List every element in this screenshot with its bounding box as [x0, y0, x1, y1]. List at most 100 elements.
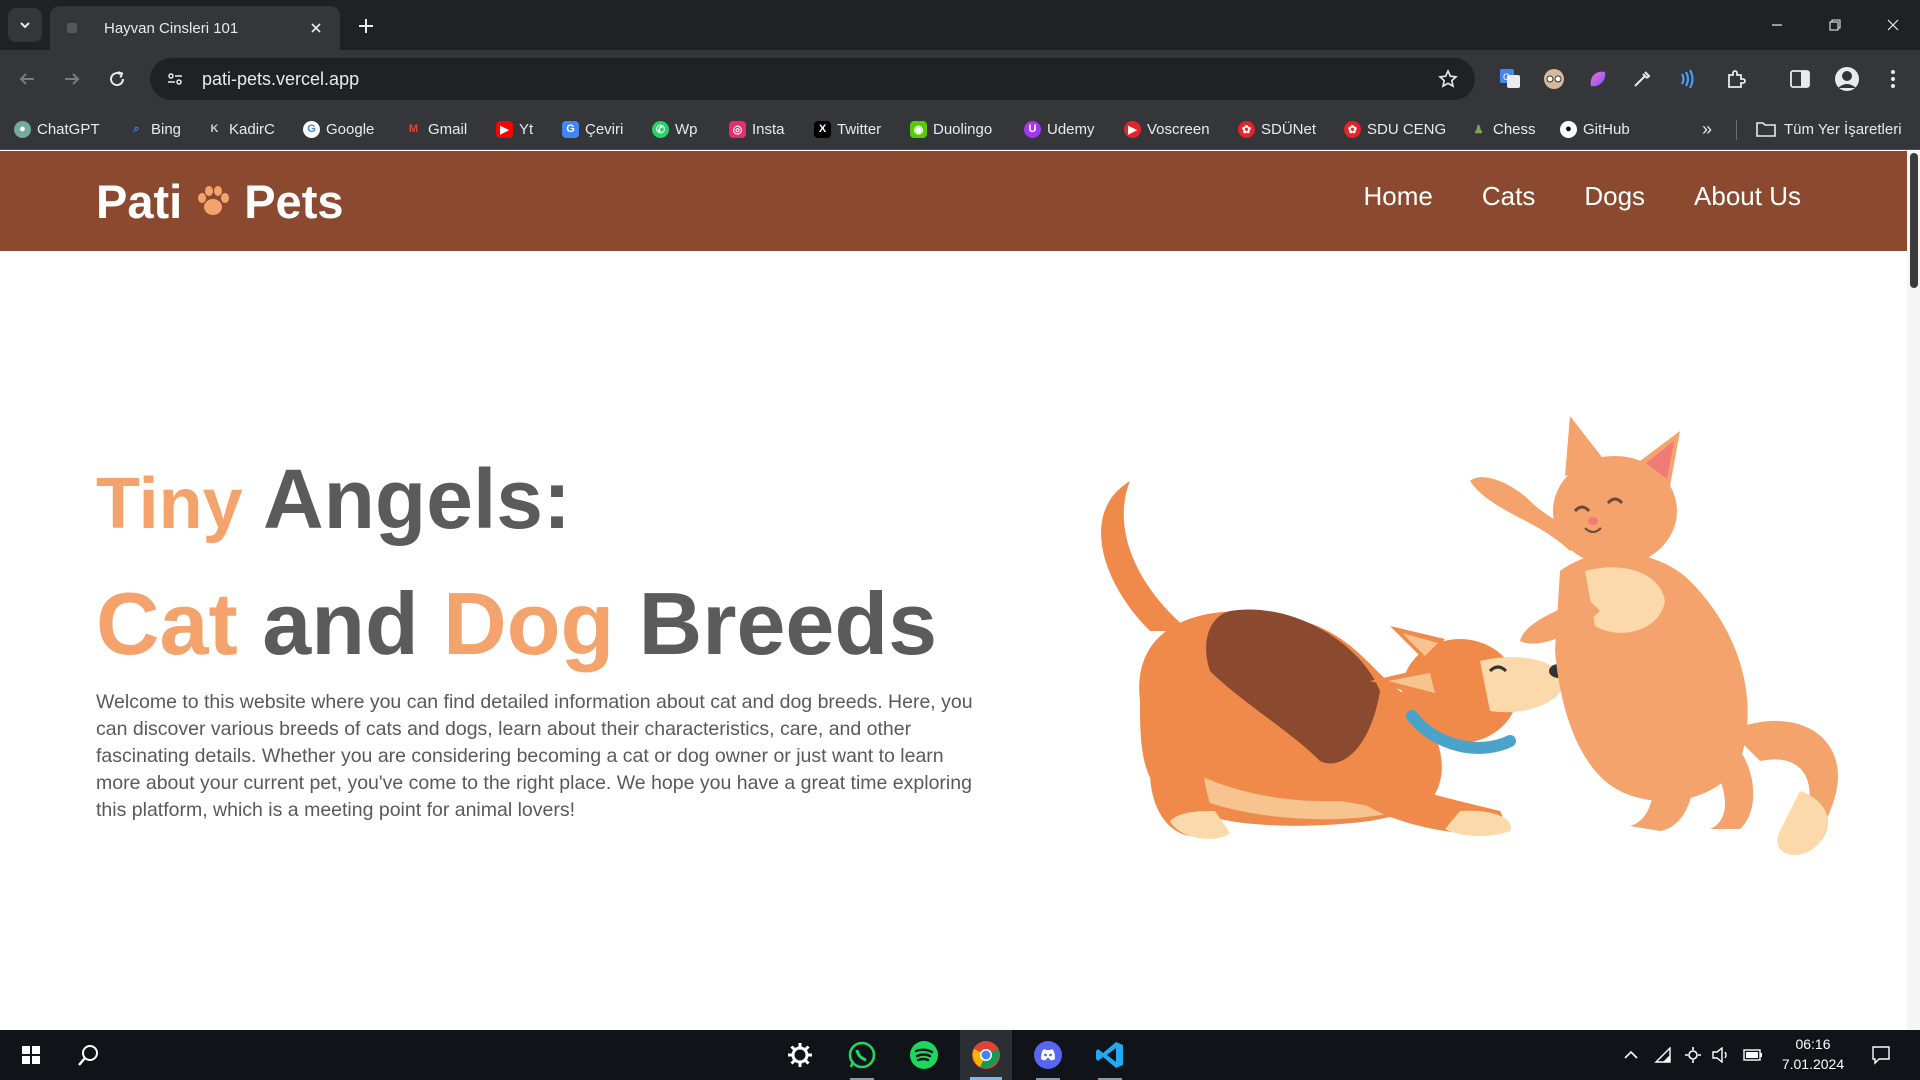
eyedropper-extension-icon[interactable] [1629, 66, 1655, 92]
browser-menu-icon[interactable] [1880, 66, 1906, 92]
bookmark-kadirc[interactable]: K KadirC [206, 116, 275, 142]
bookmark-star-icon[interactable] [1435, 66, 1461, 92]
bookmark-google[interactable]: G Google [303, 116, 374, 142]
browser-tab-active[interactable]: Hayvan Cinsleri 101 [50, 6, 340, 50]
reload-button[interactable] [100, 62, 134, 96]
nav-dogs[interactable]: Dogs [1584, 181, 1645, 212]
windows-taskbar: 06:16 7.01.2024 [0, 1030, 1920, 1080]
read-aloud-extension-icon[interactable] [1673, 66, 1699, 92]
bookmark-gmail[interactable]: M Gmail [405, 116, 467, 142]
google-translate-extension-icon[interactable]: G [1497, 66, 1523, 92]
cat-and-dog-illustration [1101, 416, 1838, 855]
site-logo[interactable]: Pati Pets [96, 173, 343, 229]
github-icon: ● [1560, 120, 1577, 138]
bookmarks-bar: ● ChatGPT ⌕ Bing K KadirC G Google M Gmail ▶ Y… [0, 108, 1920, 150]
sdunet-icon: ✿ [1238, 120, 1255, 138]
web-page: Pati Pets Home Cats Dogs About Us Tiny A… [0, 151, 1907, 1030]
search-icon: ⌕ [133, 122, 140, 135]
bookmark-ceviri[interactable]: G Çeviri [562, 116, 623, 142]
browser-toolbar: pati-pets.vercel.app G [0, 50, 1920, 108]
arrow-left-icon [19, 73, 34, 85]
folder-icon [1756, 122, 1776, 137]
address-bar[interactable]: pati-pets.vercel.app [150, 58, 1475, 100]
taskbar-search-button[interactable] [66, 1030, 112, 1080]
bookmark-duolingo[interactable]: ◉ Duolingo [910, 116, 992, 142]
site-nav: Home Cats Dogs About Us [1364, 181, 1801, 212]
window-close-button[interactable] [1864, 0, 1920, 50]
url-text[interactable]: pati-pets.vercel.app [202, 69, 1435, 90]
gear-icon [788, 1043, 812, 1067]
more-bookmarks-chevron-icon[interactable]: » [1694, 116, 1720, 142]
hero-accent-dog: Dog [443, 574, 615, 673]
profile-avatar-icon[interactable] [1834, 66, 1860, 92]
bookmark-github[interactable]: ● GitHub [1560, 116, 1630, 142]
window-minimize-button[interactable] [1748, 0, 1806, 50]
battery-icon[interactable] [1742, 1044, 1764, 1066]
gradient-extension-icon[interactable] [1585, 66, 1611, 92]
chatgpt-icon: ● [14, 120, 31, 138]
taskbar-vscode[interactable] [1084, 1030, 1136, 1080]
whatsapp-icon [848, 1041, 876, 1069]
taskbar-whatsapp[interactable] [836, 1030, 888, 1080]
hero-word-and: and [262, 574, 419, 673]
tab-search-button[interactable] [8, 8, 42, 42]
reload-icon [110, 71, 125, 87]
hero-word-angels: Angels: [262, 452, 571, 546]
page-scrollbar[interactable] [1907, 151, 1920, 1030]
taskbar-chrome[interactable] [960, 1030, 1012, 1080]
window-restore-button[interactable] [1806, 0, 1864, 50]
site-info-icon[interactable] [164, 68, 186, 90]
nav-cats[interactable]: Cats [1482, 181, 1535, 212]
scrollbar-thumb[interactable] [1910, 153, 1918, 288]
notification-center-icon[interactable] [1870, 1044, 1892, 1066]
nav-about-us[interactable]: About Us [1694, 181, 1801, 212]
bookmark-chess[interactable]: ♟ Chess [1470, 116, 1536, 142]
taskbar-settings[interactable] [775, 1030, 825, 1080]
spotify-icon [910, 1041, 938, 1069]
bookmark-chatgpt[interactable]: ● ChatGPT [14, 116, 100, 142]
google-icon: G [303, 120, 320, 138]
bookmark-udemy[interactable]: U Udemy [1024, 116, 1095, 142]
sdu-ceng-icon: ✿ [1344, 120, 1361, 138]
voscreen-icon: ▶ [1124, 120, 1141, 138]
glasses-extension-icon[interactable] [1541, 66, 1567, 92]
bookmark-twitter[interactable]: X Twitter [814, 116, 881, 142]
minimize-icon [1772, 24, 1782, 26]
bookmark-youtube[interactable]: ▶ Yt [496, 116, 533, 142]
tab-close-icon[interactable] [306, 18, 326, 38]
whatsapp-icon: ✆ [652, 120, 669, 138]
logo-text-pets: Pets [244, 174, 344, 228]
start-button[interactable] [8, 1030, 54, 1080]
youtube-icon: ▶ [496, 120, 513, 138]
bookmark-sdunet[interactable]: ✿ SDÜNet [1238, 116, 1316, 142]
paw-icon [196, 185, 230, 217]
bookmark-whatsapp[interactable]: ✆ Wp [652, 116, 698, 142]
cat-back-leg-2 [1710, 751, 1754, 829]
hero-description: Welcome to this website where you can fi… [96, 691, 973, 821]
taskbar-clock[interactable]: 06:16 7.01.2024 [1768, 1034, 1858, 1074]
taskbar-spotify[interactable] [898, 1030, 950, 1080]
location-icon[interactable] [1682, 1044, 1704, 1066]
chess-pawn-icon: ♟ [1473, 123, 1484, 136]
taskbar-discord[interactable] [1022, 1030, 1074, 1080]
volume-icon[interactable] [1710, 1044, 1732, 1066]
all-bookmarks-folder[interactable]: Tüm Yer İşaretleri [1756, 116, 1902, 142]
hero-title-line-2: Cat and Dog Breeds [96, 573, 937, 675]
wifi-icon[interactable] [1652, 1044, 1674, 1066]
bookmarks-divider [1736, 120, 1737, 140]
dog-snout [1480, 657, 1565, 713]
bookmark-voscreen[interactable]: ▶ Voscreen [1124, 116, 1210, 142]
logo-text-pati: Pati [96, 174, 183, 228]
extensions-puzzle-icon[interactable] [1723, 66, 1749, 92]
bookmark-sdu-ceng[interactable]: ✿ SDU CENG [1344, 116, 1446, 142]
bookmark-bing[interactable]: ⌕ Bing [128, 116, 181, 142]
forward-button[interactable] [55, 62, 89, 96]
side-panel-icon[interactable] [1787, 66, 1813, 92]
nav-home[interactable]: Home [1364, 181, 1433, 212]
hero-title-line-1: Tiny Angels: [96, 451, 571, 548]
new-tab-button[interactable] [350, 10, 382, 42]
site-header: Pati Pets Home Cats Dogs About Us [0, 151, 1907, 251]
back-button[interactable] [10, 62, 44, 96]
tray-chevron-up-icon[interactable] [1620, 1044, 1642, 1066]
bookmark-instagram[interactable]: ◎ Insta [729, 116, 785, 142]
